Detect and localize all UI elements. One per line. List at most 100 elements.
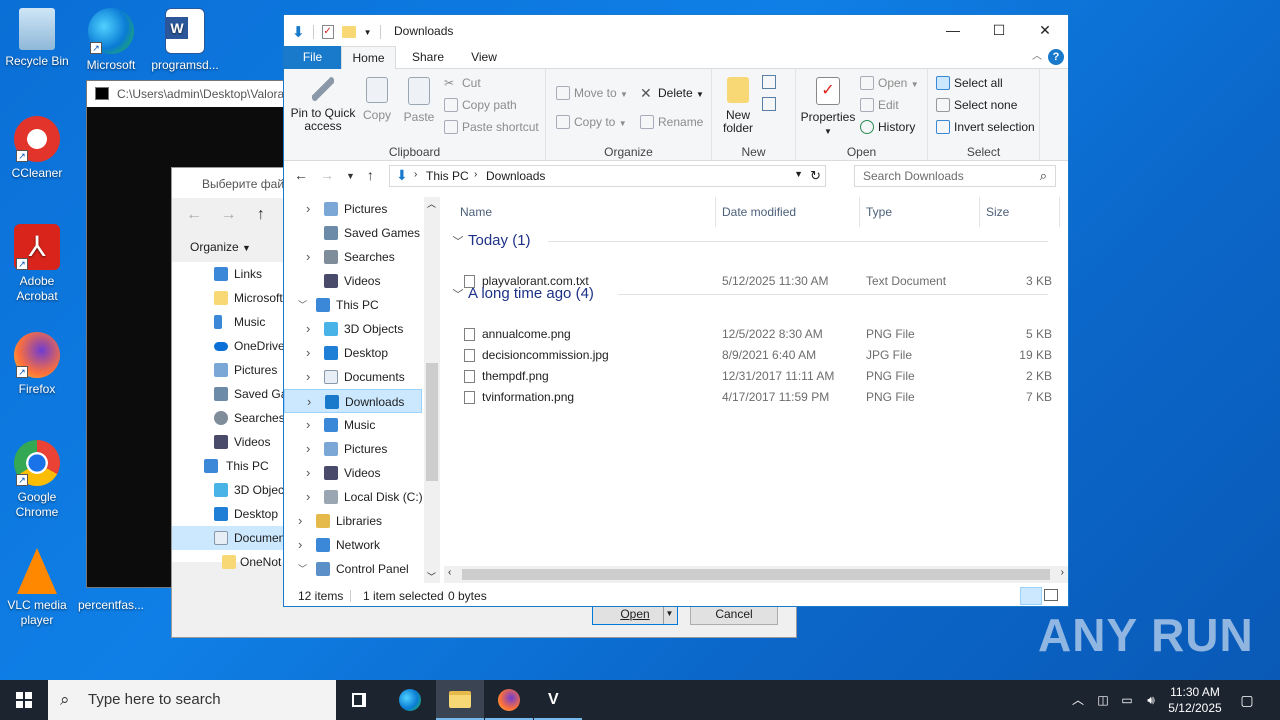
back-arrow-icon[interactable]: ← [294,167,308,185]
breadcrumb-separator-icon[interactable]: › [474,169,477,180]
dialog-tree-item[interactable]: Documen [172,526,284,550]
column-header-size[interactable]: Size [980,197,1060,227]
search-input[interactable]: Search Downloads ⌕ [854,165,1056,187]
easy-access-icon[interactable] [762,97,776,111]
task-view-button[interactable] [336,680,384,720]
select-none-button[interactable]: Select none [934,95,1017,115]
dialog-tree-item[interactable]: Music [172,310,284,334]
dialog-tree-item[interactable]: OneDrive [172,334,284,358]
recent-locations-icon[interactable]: ▼ [346,167,355,185]
down-arrow-icon[interactable]: ⬇ [292,23,305,41]
column-header-date[interactable]: Date modified [716,197,860,227]
tab-share[interactable]: Share [406,46,450,69]
nav-item-desktop[interactable]: › Desktop [284,341,440,365]
chevron-right-icon[interactable]: › [306,437,310,461]
column-header-type[interactable]: Type [860,197,980,227]
taskbar-firefox[interactable] [485,680,533,720]
forward-arrow-icon[interactable]: → [220,206,236,223]
maximize-button[interactable]: ☐ [976,15,1022,45]
cut-button[interactable]: ✂ Cut [442,73,481,93]
nav-item-pictures[interactable]: › Pictures [284,197,440,221]
nav-item-pictures[interactable]: › Pictures [284,437,440,461]
desktop-icon-chrome[interactable]: ↗ Google Chrome [0,440,74,520]
scrollbar-thumb[interactable] [426,363,438,481]
taskbar-file-explorer[interactable] [436,680,484,720]
chevron-right-icon[interactable]: › [307,390,311,414]
console-titlebar[interactable]: C:\Users\admin\Desktop\Valora [87,81,285,107]
move-to-button[interactable]: Move to ▼ [554,83,628,103]
customize-quick-access-icon[interactable]: ▼ [364,28,372,37]
help-icon[interactable]: ? [1048,49,1064,65]
column-header-name[interactable]: Name [454,197,716,227]
show-hidden-icons[interactable]: ︿ [1070,680,1086,720]
refresh-icon[interactable]: ↻ [810,168,821,184]
chevron-right-icon[interactable]: › [306,245,310,269]
volume-icon[interactable]: 🔊︎ [1142,680,1160,720]
scroll-down-icon[interactable]: ﹀ [427,570,436,583]
explorer-window[interactable]: ⬇ ✓ ▼ Downloads — ☐ ✕ File Home Share Vi… [283,14,1069,607]
desktop-icon-vlc[interactable]: VLC media player [0,548,74,628]
dialog-tree-item[interactable]: Saved Gar [172,382,284,406]
delete-button[interactable]: ✕ Delete ▼ [638,83,704,103]
up-arrow-icon[interactable]: ↑ [257,206,265,223]
chevron-right-icon[interactable]: › [306,341,310,365]
nav-item-network[interactable]: › Network [284,533,440,557]
new-folder-icon[interactable] [341,26,356,38]
scroll-up-icon[interactable]: ︿ [427,197,436,210]
large-icons-view-icon[interactable] [1044,589,1058,601]
desktop-icon-recycle-bin[interactable]: Recycle Bin [0,8,74,69]
taskbar-valorant[interactable]: V [534,680,582,720]
select-all-button[interactable]: Select all [934,73,1003,93]
breadcrumb-downloads[interactable]: Downloads [486,169,545,183]
breadcrumb-this-pc[interactable]: This PC [426,169,469,183]
dialog-tree-item[interactable]: This PC [172,454,284,478]
dialog-tree-item[interactable]: Searches [172,406,284,430]
nav-item-control-panel[interactable]: ﹀ Control Panel [284,557,440,581]
edit-button[interactable]: Edit [858,95,899,115]
dialog-tree-item[interactable]: Desktop [172,502,284,526]
network-icon[interactable]: ▭ [1118,680,1136,720]
file-row[interactable]: decisioncommission.jpg 8/9/2021 6:40 AM … [458,345,1058,366]
properties-check-icon[interactable]: ✓ [321,25,334,39]
file-row[interactable]: thempdf.png 12/31/2017 11:11 AM PNG File… [458,366,1058,387]
taskbar-search-input[interactable]: ⌕ Type here to search [48,680,336,720]
chevron-right-icon[interactable]: › [298,533,302,557]
address-dropdown-icon[interactable]: ▼ [794,169,803,179]
pin-quick-access-button[interactable]: Pin to Quick access [288,73,358,133]
taskbar-edge[interactable] [386,680,434,720]
clock[interactable]: 11:30 AM 5/12/2025 [1164,680,1226,720]
dialog-tree-item[interactable]: Links [172,262,284,286]
chevron-right-icon[interactable]: › [306,485,310,509]
chevron-right-icon[interactable]: › [306,413,310,437]
nav-item-libraries[interactable]: › Libraries [284,509,440,533]
details-view-icon[interactable] [1020,587,1042,605]
chevron-right-icon[interactable]: › [306,365,310,389]
dialog-tree-item[interactable]: OneNot [172,550,284,574]
scroll-left-icon[interactable]: ‹ [448,567,451,578]
nav-item-searches[interactable]: › Searches [284,245,440,269]
new-item-icon[interactable] [762,75,776,89]
notifications-icon[interactable]: ▢ [1234,680,1260,720]
nav-item-3d-objects[interactable]: › 3D Objects [284,317,440,341]
close-button[interactable]: ✕ [1022,15,1068,45]
desktop-icon-ccleaner[interactable]: ↗ CCleaner [0,116,74,181]
chevron-down-icon[interactable]: ﹀ [298,293,307,317]
paste-button[interactable]: Paste [402,73,436,124]
tab-view[interactable]: View [462,46,506,69]
nav-item-documents[interactable]: › Documents [284,365,440,389]
chevron-right-icon[interactable]: › [306,317,310,341]
explorer-titlebar[interactable]: ⬇ ✓ ▼ Downloads — ☐ ✕ [284,15,1068,46]
nav-item-local-disk-c[interactable]: › Local Disk (C:) [284,485,440,509]
open-button[interactable]: Open ▼ [858,73,919,93]
history-button[interactable]: History [858,117,915,137]
nav-item-this-pc[interactable]: ﹀ This PC [284,293,440,317]
back-arrow-icon[interactable]: ← [186,206,202,223]
desktop-icon-edge[interactable]: ↗ Microsoft Edge [74,8,148,73]
up-arrow-icon[interactable]: ↑ [367,167,374,185]
nav-item-videos[interactable]: Videos [284,269,440,293]
dialog-organize-button[interactable]: Organize ▼ [190,240,251,254]
collapse-ribbon-icon[interactable]: ︿ [1030,46,1044,69]
nav-item-videos[interactable]: › Videos [284,461,440,485]
invert-selection-button[interactable]: Invert selection [934,117,1035,137]
desktop-icon-acrobat[interactable]: ⅄ ↗ Adobe Acrobat [0,224,74,304]
